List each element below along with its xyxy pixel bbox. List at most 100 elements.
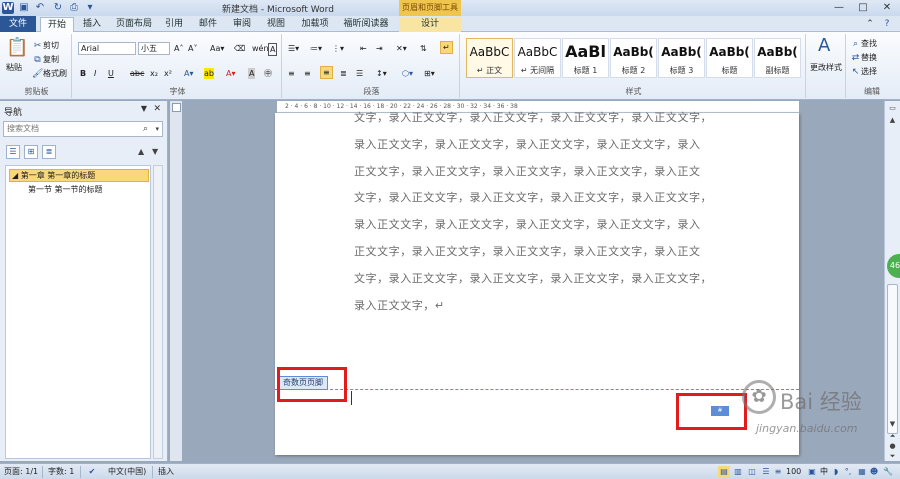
borders-icon[interactable]: ⊞▾: [424, 68, 435, 79]
browse-results-icon[interactable]: ≣: [42, 145, 56, 159]
align-left-icon[interactable]: ≡: [288, 68, 295, 79]
style-heading-1[interactable]: AaBl 标题 1: [562, 38, 609, 78]
increase-indent-icon[interactable]: ⇥: [376, 43, 383, 54]
align-center-icon[interactable]: ≡: [304, 68, 311, 79]
ribbon-minimize-icon[interactable]: ⌃: [864, 17, 876, 32]
status-page[interactable]: 页面: 1/1: [4, 466, 38, 478]
italic-icon[interactable]: I: [94, 68, 96, 79]
style-title[interactable]: AaBb(标题: [706, 38, 753, 78]
style-heading-3[interactable]: AaBb(标题 3: [658, 38, 705, 78]
font-name-combo[interactable]: Arial: [78, 42, 136, 55]
save-icon[interactable]: ▣: [18, 2, 30, 14]
font-color-icon[interactable]: A▾: [226, 68, 236, 79]
ime-icon[interactable]: ▣: [806, 466, 818, 478]
change-styles-icon[interactable]: A: [818, 36, 830, 56]
full-screen-reading-icon[interactable]: ▥: [732, 466, 744, 478]
status-word-count[interactable]: 字数: 1: [48, 466, 74, 478]
char-border-icon[interactable]: A: [268, 43, 278, 56]
print-preview-icon[interactable]: ⎙: [68, 2, 80, 14]
change-case-icon[interactable]: Aa▾: [210, 43, 224, 54]
tab-mailings[interactable]: 邮件: [196, 17, 220, 32]
scroll-down-icon[interactable]: ▼: [887, 419, 898, 429]
show-marks-icon[interactable]: ↵: [440, 41, 453, 54]
collapse-icon[interactable]: ◢: [12, 171, 21, 180]
numbering-icon[interactable]: ≔▾: [310, 43, 322, 54]
vertical-scrollbar[interactable]: ▭ ▲ ▼ ⏶ ● ⏷: [884, 101, 900, 461]
tab-home[interactable]: 开始: [40, 17, 74, 32]
line-spacing-icon[interactable]: ↕▾: [376, 68, 387, 79]
settings-icon[interactable]: 🔧: [882, 466, 894, 478]
tab-insert[interactable]: 插入: [80, 17, 104, 32]
bullets-icon[interactable]: ☰▾: [288, 43, 299, 54]
enclose-char-icon[interactable]: ㊥: [264, 68, 272, 79]
close-button[interactable]: ✕: [876, 1, 898, 14]
paste-icon[interactable]: 📋: [6, 38, 28, 58]
font-size-combo[interactable]: 小五: [138, 42, 170, 55]
nav-scrollbar[interactable]: [153, 165, 163, 459]
paste-button[interactable]: 粘贴: [6, 62, 22, 73]
tab-design[interactable]: 设计: [399, 17, 461, 32]
clear-format-icon[interactable]: ⌫: [234, 43, 245, 54]
format-painter-button[interactable]: 🖌格式刷: [32, 68, 67, 80]
tab-page-layout[interactable]: 页面布局: [112, 17, 156, 32]
zoom-level[interactable]: 100: [786, 466, 801, 478]
style-subtitle[interactable]: AaBb(副标题: [754, 38, 801, 78]
print-layout-icon[interactable]: ▤: [718, 466, 730, 478]
nav-menu-icon[interactable]: ▼: [141, 104, 147, 113]
status-language[interactable]: 中文(中国): [108, 466, 146, 478]
replace-button[interactable]: ⇄ 替换: [850, 52, 877, 64]
tab-foxit-reader[interactable]: 福昕阅读器: [340, 17, 392, 32]
nav-close-icon[interactable]: ✕: [153, 104, 161, 114]
draft-icon[interactable]: ≡: [772, 466, 784, 478]
style-no-spacing[interactable]: AaBbC ↵ 无间隔: [514, 38, 561, 78]
nav-heading-chapter-1[interactable]: ◢ 第一章 第一章的标题: [9, 169, 149, 182]
select-button[interactable]: ↖ 选择: [850, 66, 877, 78]
phonetic-guide-icon[interactable]: wén: [252, 43, 269, 54]
align-right-icon[interactable]: ≡: [320, 66, 333, 79]
status-insert-mode[interactable]: 插入: [158, 466, 174, 478]
search-dropdown-icon[interactable]: ▾: [155, 122, 159, 136]
subscript-icon[interactable]: x₂: [150, 68, 158, 79]
strikethrough-icon[interactable]: abc: [130, 68, 144, 79]
maximize-button[interactable]: □: [852, 1, 874, 14]
scroll-thumb[interactable]: [887, 284, 898, 434]
justify-icon[interactable]: ≣: [340, 68, 347, 79]
copy-button[interactable]: ⧉ 复制: [32, 54, 59, 66]
tab-view[interactable]: 视图: [264, 17, 288, 32]
nav-heading-section-1[interactable]: 第一节 第一节的标题: [28, 184, 103, 195]
nav-search-input[interactable]: 搜索文档 ⌕ ▾: [3, 121, 163, 137]
minimize-button[interactable]: —: [828, 1, 850, 14]
font-shrink-icon[interactable]: A˅: [188, 43, 197, 54]
proofing-icon[interactable]: ✔: [86, 466, 98, 478]
browse-headings-icon[interactable]: ☰: [6, 145, 20, 159]
scroll-up-icon[interactable]: ▲: [887, 115, 898, 125]
undo-icon[interactable]: ↶: [34, 2, 46, 14]
outline-icon[interactable]: ☰: [760, 466, 772, 478]
search-icon[interactable]: ⌕: [143, 122, 148, 136]
char-shading-icon[interactable]: A: [248, 68, 256, 79]
web-layout-icon[interactable]: ◫: [746, 466, 758, 478]
next-heading-icon[interactable]: ▼: [152, 147, 158, 156]
decrease-indent-icon[interactable]: ⇤: [360, 43, 367, 54]
change-styles-button[interactable]: 更改样式: [810, 62, 842, 73]
punctuation-icon[interactable]: °,: [842, 466, 854, 478]
document-body[interactable]: 文字，录入正文文字，录入正文文字，录入正文文字，录入正文文字， 录入正文文字，录…: [354, 111, 724, 319]
multilevel-list-icon[interactable]: ⋮▾: [332, 43, 344, 54]
distributed-icon[interactable]: ☰: [356, 68, 363, 79]
tab-references[interactable]: 引用: [162, 17, 186, 32]
help-icon[interactable]: ?: [880, 17, 894, 32]
shading-icon[interactable]: ⬡▾: [402, 68, 413, 79]
font-grow-icon[interactable]: A˄: [174, 43, 183, 54]
text-effect-icon[interactable]: A▾: [184, 68, 194, 79]
chinese-input-icon[interactable]: 中: [818, 466, 830, 478]
browse-pages-icon[interactable]: ⊞: [24, 145, 38, 159]
underline-icon[interactable]: U: [108, 68, 114, 79]
previous-heading-icon[interactable]: ▲: [138, 147, 144, 156]
next-page-icon[interactable]: ⏷: [887, 451, 898, 461]
ruler-toggle-icon[interactable]: ▭: [887, 103, 898, 113]
browse-object-icon[interactable]: ●: [887, 441, 898, 451]
tab-selector[interactable]: [172, 103, 181, 112]
superscript-icon[interactable]: x²: [164, 68, 172, 79]
sort-icon[interactable]: ⇅: [420, 43, 427, 54]
qat-dropdown-icon[interactable]: ▾: [84, 2, 96, 14]
